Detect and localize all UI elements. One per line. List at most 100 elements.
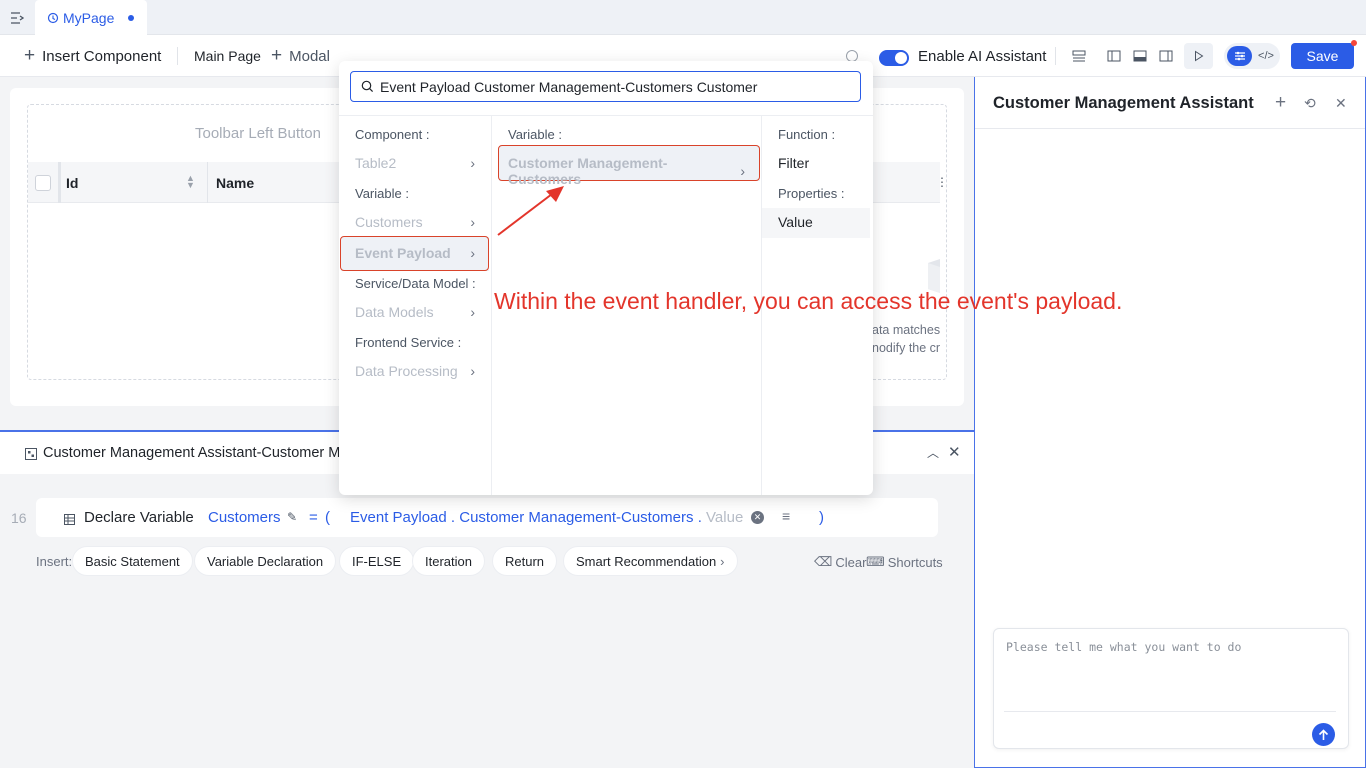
main-page-label: Main Page: [194, 48, 261, 64]
option-label: Data Processing: [355, 363, 458, 379]
empty-text-line2: nodify the cr: [872, 341, 941, 355]
chevron-right-icon: ›: [720, 553, 725, 569]
chip-label: Return: [505, 553, 545, 569]
clear-expression-icon[interactable]: ✕: [751, 511, 764, 524]
search-input[interactable]: Event Payload Customer Management-Custom…: [350, 71, 861, 102]
main-page-button[interactable]: Main Page: [194, 46, 261, 66]
frontend-section-label: Frontend Service :: [355, 335, 461, 350]
chat-input-divider: [1004, 711, 1336, 712]
play-icon: [1194, 50, 1203, 62]
design-mode-button[interactable]: [1227, 46, 1252, 66]
annotation-arrow-icon: [497, 186, 564, 236]
label-text: Frontend Service :: [355, 335, 462, 350]
insert-label: Insert:: [36, 554, 72, 569]
sort-icon[interactable]: ▲ ▼: [186, 174, 195, 190]
statement-keyword: Declare Variable: [84, 509, 194, 526]
right-panel-icon[interactable]: [1155, 45, 1177, 67]
empty-state-text: ata matches nodify the cr: [872, 321, 940, 357]
collapse-panel-icon[interactable]: ︿: [927, 444, 939, 461]
close-panel-icon[interactable]: ✕: [948, 443, 961, 461]
option-label: Customers: [355, 214, 423, 230]
layout-icon[interactable]: [1068, 45, 1090, 67]
expr-customer-mgmt: Customer Management-Customers: [459, 509, 694, 526]
assistant-title: Customer Management Assistant: [993, 94, 1254, 113]
option-label: Value: [778, 214, 813, 230]
shortcuts-button[interactable]: ⌨ Shortcuts: [866, 554, 943, 570]
select-all-checkbox[interactable]: [35, 175, 51, 191]
save-button[interactable]: Save: [1291, 43, 1354, 69]
toolbar-left-button[interactable]: Toolbar Left Button: [195, 125, 321, 142]
ai-assistant-toggle[interactable]: [879, 50, 909, 66]
option-customers[interactable]: Customers ›: [355, 214, 475, 230]
chip-label: Basic Statement: [85, 553, 180, 569]
chevron-right-icon: ›: [470, 155, 475, 171]
save-label: Save: [1306, 48, 1339, 64]
assistant-divider: [975, 128, 1365, 129]
insert-label-text: Insert:: [36, 554, 73, 569]
option-data-processing[interactable]: Data Processing ›: [355, 363, 475, 379]
insert-variable-declaration[interactable]: Variable Declaration: [194, 546, 337, 576]
open-paren: (: [325, 509, 330, 526]
popup-col-divider: [491, 116, 492, 495]
component-section-label: Component :: [355, 127, 429, 142]
column-name-label: Name: [216, 175, 255, 191]
clear-button[interactable]: ⌫ Clear: [814, 554, 866, 570]
logic-title-text: Customer Management Assistant-Customer M: [43, 445, 341, 461]
edit-icon[interactable]: ✎: [287, 510, 297, 524]
send-button[interactable]: [1312, 723, 1335, 746]
insert-component-label: Insert Component: [42, 47, 162, 65]
clear-label: Clear: [835, 554, 867, 570]
expr-dot: .: [697, 509, 702, 526]
filter-list-icon[interactable]: ≡: [782, 508, 790, 524]
option-filter[interactable]: Filter: [778, 155, 809, 171]
shortcuts-label: Shortcuts: [887, 554, 943, 570]
column-header-id[interactable]: Id: [66, 175, 78, 191]
chat-placeholder-text: Please tell me what you want to do: [1006, 640, 1242, 654]
annotation-text: Within the event handler, you can access…: [494, 288, 1122, 315]
line-number-text: 16: [11, 510, 27, 526]
equals-sign: =: [309, 509, 318, 526]
option-event-payload[interactable]: Event Payload ›: [355, 245, 475, 261]
sliders-icon: [1234, 51, 1245, 61]
close-paren-text: ): [819, 509, 824, 526]
insert-return[interactable]: Return: [492, 546, 558, 576]
chevron-right-icon: ›: [740, 163, 745, 179]
option-data-models[interactable]: Data Models ›: [355, 304, 475, 320]
insert-iteration[interactable]: Iteration: [412, 546, 485, 576]
insert-if-else[interactable]: IF-ELSE: [339, 546, 415, 576]
expr-dot: .: [450, 509, 456, 526]
unsaved-dot: [128, 14, 135, 21]
option-value[interactable]: Value: [778, 214, 813, 230]
insert-basic-statement[interactable]: Basic Statement: [72, 546, 193, 576]
popup-divider: [339, 115, 873, 116]
history-icon[interactable]: ⟲: [1304, 95, 1316, 112]
chat-input-placeholder[interactable]: Please tell me what you want to do: [1006, 640, 1241, 654]
insert-component-button[interactable]: + Insert Component: [24, 46, 161, 66]
annotation-text-content: Within the event handler, you can access…: [494, 288, 1123, 314]
notification-dot: [1351, 40, 1357, 46]
insert-smart-recommendation[interactable]: Smart Recommendation ›: [563, 546, 738, 576]
open-paren-text: (: [325, 509, 330, 526]
properties-section-label: Properties :: [778, 186, 844, 201]
modal-button[interactable]: + Modal: [271, 46, 330, 66]
logic-panel-title: Customer Management Assistant-Customer M: [43, 445, 340, 461]
close-icon[interactable]: ✕: [1335, 95, 1347, 112]
left-panel-icon[interactable]: [1103, 45, 1125, 67]
new-chat-icon[interactable]: +: [1275, 92, 1286, 114]
bottom-panel-icon[interactable]: [1129, 45, 1151, 67]
column-menu-icon[interactable]: ⋮: [936, 175, 948, 189]
chevron-right-icon: ›: [470, 363, 475, 379]
collapse-menu-icon[interactable]: [6, 7, 28, 29]
variable-section-label: Variable :: [508, 127, 562, 142]
chevron-right-icon: ›: [470, 245, 475, 261]
tab-bar: [0, 0, 1366, 35]
tab-mypage[interactable]: MyPage: [35, 0, 147, 35]
column-header-name[interactable]: Name: [216, 175, 254, 191]
option-table2[interactable]: Table2 ›: [355, 155, 475, 171]
preview-button[interactable]: [1184, 43, 1213, 69]
ai-assistant-label: Enable AI Assistant: [918, 46, 1046, 66]
expr-value-placeholder: Value: [706, 509, 744, 526]
variable-name[interactable]: Customers: [208, 509, 281, 526]
code-mode-icon[interactable]: </>: [1255, 45, 1277, 67]
expression[interactable]: Event Payload . Customer Management-Cust…: [350, 509, 743, 526]
